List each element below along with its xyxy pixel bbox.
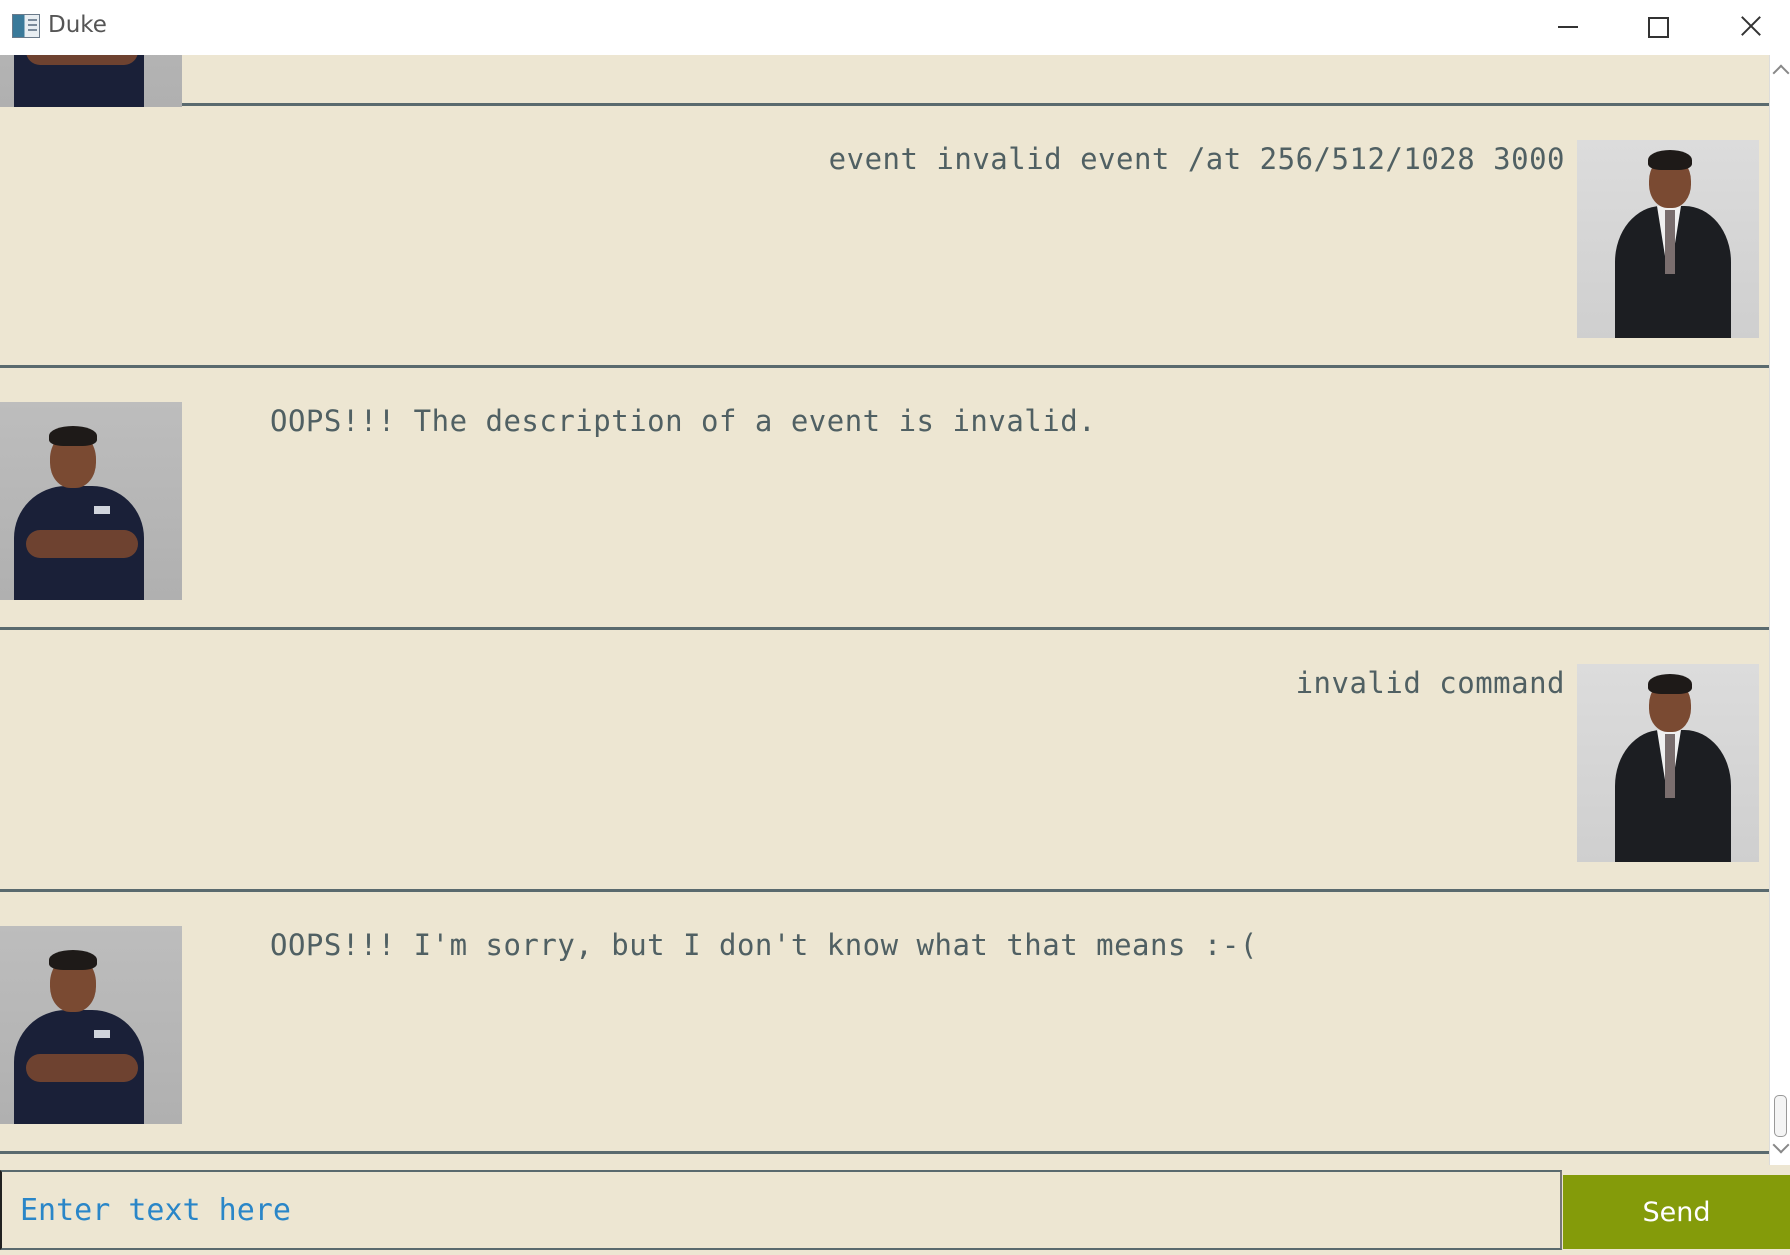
- user-input-field[interactable]: [0, 1170, 1562, 1250]
- bot-avatar: [0, 55, 182, 107]
- vertical-scrollbar[interactable]: [1769, 55, 1790, 1165]
- bot-message-text: OOPS!!! I'm sorry, but I don't know what…: [270, 928, 1258, 962]
- dialog-box-bot: [0, 55, 1769, 107]
- dialog-box-bot: OOPS!!! The description of a event is in…: [0, 368, 1769, 630]
- title-bar: Duke: [0, 0, 1790, 56]
- dialog-container[interactable]: event invalid event /at 256/512/1028 300…: [0, 55, 1769, 1165]
- user-message-text: invalid command: [1295, 666, 1565, 700]
- maximize-icon[interactable]: [1612, 0, 1704, 54]
- window-title: Duke: [48, 12, 107, 38]
- user-message-text: event invalid event /at 256/512/1028 300…: [828, 142, 1565, 176]
- duke-window: Duke event invalid event /at 256/512/102…: [0, 0, 1790, 1255]
- minimize-icon[interactable]: [1522, 0, 1614, 54]
- scroll-thumb[interactable]: [1774, 1095, 1787, 1137]
- bot-avatar: [0, 402, 182, 600]
- bot-avatar: [0, 926, 182, 1124]
- bot-message-text: OOPS!!! The description of a event is in…: [270, 404, 1097, 438]
- dialog-box-bot: OOPS!!! I'm sorry, but I don't know what…: [0, 892, 1769, 1154]
- input-row: Send: [0, 1165, 1790, 1255]
- scroll-up-icon[interactable]: [1772, 64, 1790, 82]
- user-avatar: [1577, 664, 1759, 862]
- dialog-box-user: event invalid event /at 256/512/1028 300…: [0, 106, 1769, 368]
- scroll-down-icon[interactable]: [1772, 1136, 1790, 1154]
- app-icon: [12, 14, 40, 38]
- dialog-box-user: invalid command: [0, 630, 1769, 892]
- send-button[interactable]: Send: [1563, 1175, 1790, 1249]
- user-avatar: [1577, 140, 1759, 338]
- close-icon[interactable]: [1704, 0, 1790, 54]
